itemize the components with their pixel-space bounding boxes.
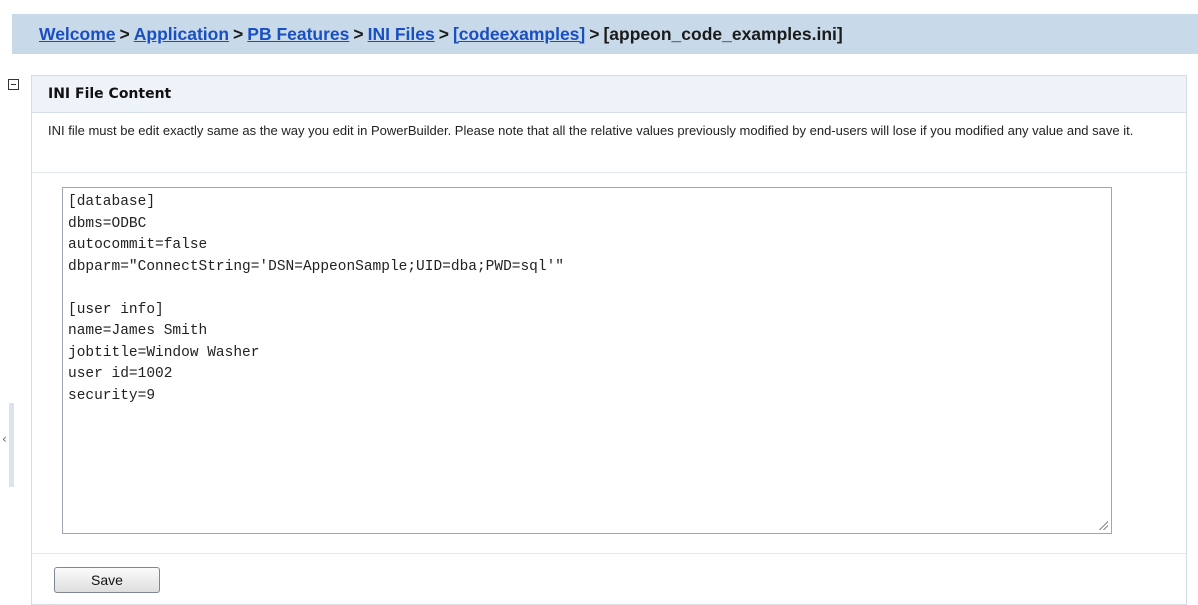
breadcrumb-link-codeexamples[interactable]: [codeexamples]	[453, 24, 585, 45]
panel-header: INI File Content	[32, 76, 1186, 113]
ini-content-textarea[interactable]	[62, 187, 1112, 534]
ini-file-content-panel: INI File Content INI file must be edit e…	[31, 75, 1187, 605]
breadcrumb-separator: >	[353, 23, 364, 44]
breadcrumb-separator: >	[233, 23, 244, 44]
breadcrumb-separator: >	[589, 23, 600, 44]
breadcrumb-separator: >	[438, 23, 449, 44]
side-panel-handle[interactable]	[9, 403, 14, 487]
breadcrumb-separator: >	[119, 23, 130, 44]
breadcrumb: Welcome > Application > PB Features > IN…	[12, 14, 1198, 54]
breadcrumb-link-pb-features[interactable]: PB Features	[247, 24, 349, 45]
breadcrumb-link-ini-files[interactable]: INI Files	[368, 24, 435, 45]
panel-editor-section	[32, 173, 1186, 554]
breadcrumb-link-application[interactable]: Application	[134, 24, 229, 45]
collapse-icon[interactable]	[8, 79, 19, 90]
breadcrumb-current: [appeon_code_examples.ini]	[603, 23, 843, 44]
breadcrumb-link-welcome[interactable]: Welcome	[39, 24, 116, 45]
save-button[interactable]: Save	[54, 567, 160, 593]
chevron-left-icon[interactable]: ‹	[2, 432, 7, 446]
panel-title: INI File Content	[48, 86, 172, 102]
panel-description: INI file must be edit exactly same as th…	[32, 113, 1186, 173]
